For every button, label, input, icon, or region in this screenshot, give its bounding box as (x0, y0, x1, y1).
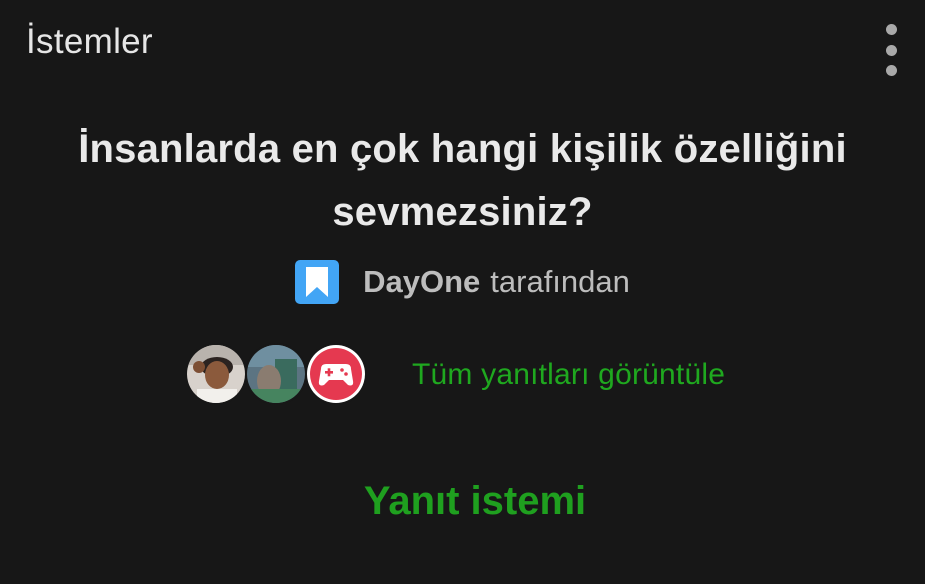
more-vertical-icon-dot-2 (885, 44, 897, 56)
more-vertical-icon-dot-3 (885, 65, 897, 76)
avatar-gamepad (305, 343, 367, 405)
author-suffix: tarafından (490, 264, 630, 299)
bookmark-icon (306, 267, 329, 297)
author-name[interactable]: DayOne (363, 264, 480, 300)
more-vertical-icon (885, 24, 897, 35)
avatar-user-1 (185, 343, 247, 405)
responder-avatars[interactable] (185, 343, 375, 409)
view-all-responses-link[interactable]: Tüm yanıtları görüntüle (412, 358, 725, 392)
page-title: İstemler (26, 22, 153, 61)
answer-prompt-button[interactable]: Yanıt istemi (340, 472, 610, 532)
avatar-user-2 (245, 343, 307, 405)
prompt-question: İnsanlarda en çok hangi kişilik özelliği… (78, 127, 847, 234)
dayone-logo-icon (295, 260, 340, 304)
author-row: DayOne tarafından (0, 259, 925, 305)
more-options-button[interactable] (874, 24, 908, 76)
